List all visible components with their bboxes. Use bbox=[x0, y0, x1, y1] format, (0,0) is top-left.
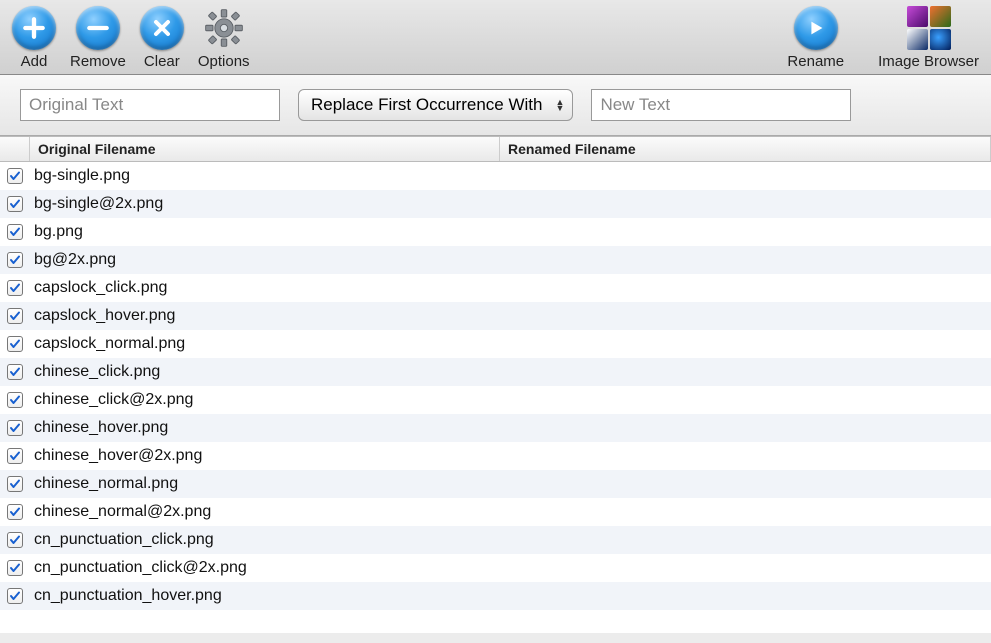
column-check[interactable] bbox=[0, 137, 30, 161]
updown-icon: ▲▼ bbox=[556, 99, 565, 111]
row-checkbox[interactable] bbox=[0, 588, 30, 604]
row-checkbox[interactable] bbox=[0, 560, 30, 576]
rename-label: Rename bbox=[787, 53, 844, 70]
checkbox-icon bbox=[7, 280, 23, 296]
table-body: bg-single.png bg-single@2x.png bg.png bg@2x… bbox=[0, 162, 991, 610]
original-filename: bg-single.png bbox=[30, 167, 500, 185]
gear-icon bbox=[202, 6, 246, 50]
original-filename: cn_punctuation_hover.png bbox=[30, 587, 500, 605]
table-row[interactable]: capslock_hover.png bbox=[0, 302, 991, 330]
original-filename: capslock_hover.png bbox=[30, 307, 500, 325]
table-header: Original Filename Renamed Filename bbox=[0, 137, 991, 162]
row-checkbox[interactable] bbox=[0, 420, 30, 436]
original-filename: chinese_click@2x.png bbox=[30, 391, 500, 409]
rename-button[interactable]: Rename bbox=[787, 6, 844, 70]
checkbox-icon bbox=[7, 588, 23, 604]
table-row[interactable]: bg-single@2x.png bbox=[0, 190, 991, 218]
row-checkbox[interactable] bbox=[0, 504, 30, 520]
original-filename: bg-single@2x.png bbox=[30, 195, 500, 213]
table-row[interactable]: capslock_click.png bbox=[0, 274, 991, 302]
remove-button[interactable]: Remove bbox=[70, 6, 126, 70]
image-browser-icon bbox=[907, 6, 951, 50]
checkbox-icon bbox=[7, 168, 23, 184]
row-checkbox[interactable] bbox=[0, 476, 30, 492]
original-filename: chinese_hover.png bbox=[30, 419, 500, 437]
checkbox-icon bbox=[7, 504, 23, 520]
table-row[interactable]: chinese_normal@2x.png bbox=[0, 498, 991, 526]
row-checkbox[interactable] bbox=[0, 392, 30, 408]
clear-button[interactable]: Clear bbox=[140, 6, 184, 70]
original-filename: capslock_normal.png bbox=[30, 335, 500, 353]
table-row[interactable]: cn_punctuation_click@2x.png bbox=[0, 554, 991, 582]
checkbox-icon bbox=[7, 476, 23, 492]
table-row[interactable]: bg-single.png bbox=[0, 162, 991, 190]
original-filename: bg.png bbox=[30, 223, 500, 241]
original-filename: chinese_click.png bbox=[30, 363, 500, 381]
plus-icon bbox=[12, 6, 56, 50]
x-icon bbox=[140, 6, 184, 50]
table-row[interactable]: chinese_hover@2x.png bbox=[0, 442, 991, 470]
checkbox-icon bbox=[7, 252, 23, 268]
options-label: Options bbox=[198, 53, 250, 70]
image-browser-label: Image Browser bbox=[878, 53, 979, 70]
new-text-input[interactable] bbox=[591, 89, 851, 121]
remove-label: Remove bbox=[70, 53, 126, 70]
row-checkbox[interactable] bbox=[0, 224, 30, 240]
checkbox-icon bbox=[7, 224, 23, 240]
table-row[interactable]: chinese_hover.png bbox=[0, 414, 991, 442]
add-label: Add bbox=[21, 53, 48, 70]
table-row[interactable]: bg@2x.png bbox=[0, 246, 991, 274]
checkbox-icon bbox=[7, 336, 23, 352]
checkbox-icon bbox=[7, 448, 23, 464]
play-icon bbox=[794, 6, 838, 50]
checkbox-icon bbox=[7, 560, 23, 576]
row-checkbox[interactable] bbox=[0, 196, 30, 212]
checkbox-icon bbox=[7, 364, 23, 380]
replace-mode-label: Replace First Occurrence With bbox=[311, 95, 542, 115]
file-table: Original Filename Renamed Filename bg-si… bbox=[0, 136, 991, 633]
minus-icon bbox=[76, 6, 120, 50]
row-checkbox[interactable] bbox=[0, 252, 30, 268]
original-filename: bg@2x.png bbox=[30, 251, 500, 269]
checkbox-icon bbox=[7, 392, 23, 408]
clear-label: Clear bbox=[144, 53, 180, 70]
original-filename: chinese_normal.png bbox=[30, 475, 500, 493]
toolbar: Add Remove Clear bbox=[0, 0, 991, 75]
image-browser-button[interactable]: Image Browser bbox=[878, 6, 979, 70]
table-row[interactable]: chinese_normal.png bbox=[0, 470, 991, 498]
column-original[interactable]: Original Filename bbox=[30, 137, 500, 161]
table-row[interactable]: cn_punctuation_hover.png bbox=[0, 582, 991, 610]
original-filename: chinese_normal@2x.png bbox=[30, 503, 500, 521]
add-button[interactable]: Add bbox=[12, 6, 56, 70]
original-filename: cn_punctuation_click.png bbox=[30, 531, 500, 549]
table-row[interactable]: chinese_click@2x.png bbox=[0, 386, 991, 414]
filter-bar: Replace First Occurrence With ▲▼ bbox=[0, 75, 991, 136]
table-row[interactable]: chinese_click.png bbox=[0, 358, 991, 386]
row-checkbox[interactable] bbox=[0, 308, 30, 324]
original-filename: capslock_click.png bbox=[30, 279, 500, 297]
original-filename: chinese_hover@2x.png bbox=[30, 447, 500, 465]
row-checkbox[interactable] bbox=[0, 448, 30, 464]
checkbox-icon bbox=[7, 308, 23, 324]
original-filename: cn_punctuation_click@2x.png bbox=[30, 559, 500, 577]
row-checkbox[interactable] bbox=[0, 532, 30, 548]
row-checkbox[interactable] bbox=[0, 168, 30, 184]
checkbox-icon bbox=[7, 532, 23, 548]
table-row[interactable]: cn_punctuation_click.png bbox=[0, 526, 991, 554]
options-button[interactable]: Options bbox=[198, 6, 250, 70]
column-renamed[interactable]: Renamed Filename bbox=[500, 137, 991, 161]
row-checkbox[interactable] bbox=[0, 336, 30, 352]
original-text-input[interactable] bbox=[20, 89, 280, 121]
table-row[interactable]: capslock_normal.png bbox=[0, 330, 991, 358]
replace-mode-select[interactable]: Replace First Occurrence With ▲▼ bbox=[298, 89, 573, 121]
table-row[interactable]: bg.png bbox=[0, 218, 991, 246]
row-checkbox[interactable] bbox=[0, 364, 30, 380]
checkbox-icon bbox=[7, 420, 23, 436]
row-checkbox[interactable] bbox=[0, 280, 30, 296]
checkbox-icon bbox=[7, 196, 23, 212]
